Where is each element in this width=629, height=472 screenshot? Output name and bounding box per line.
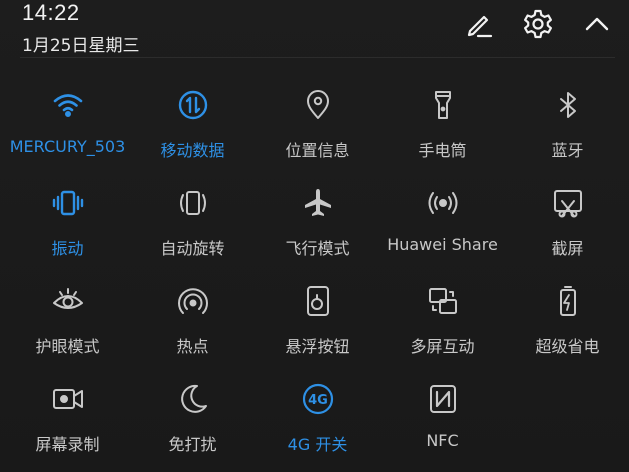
toggle-label: 位置信息 bbox=[285, 141, 350, 160]
toggle-label: 护眼模式 bbox=[35, 337, 100, 356]
multi-screen-icon bbox=[423, 281, 463, 321]
airplane-icon bbox=[298, 183, 338, 223]
toggle-screen-record[interactable]: 屏幕录制 bbox=[5, 374, 130, 472]
header-divider bbox=[20, 57, 615, 58]
toggle-mobile-data[interactable]: 移动数据 bbox=[130, 80, 255, 178]
toggle-label: 免打扰 bbox=[168, 435, 217, 454]
toggle-label: NFC bbox=[426, 431, 459, 450]
toggle-label: MERCURY_503 bbox=[9, 137, 126, 156]
toggle-4g[interactable]: 4G 4G 开关 bbox=[255, 374, 380, 472]
screenshot-icon bbox=[548, 183, 588, 223]
ultra-power-saving-icon bbox=[548, 281, 588, 321]
4g-icon: 4G bbox=[298, 379, 338, 419]
toggle-wifi[interactable]: MERCURY_503 bbox=[5, 80, 130, 178]
toggle-multi-screen[interactable]: 多屏互动 bbox=[380, 276, 505, 374]
toggle-floating-button[interactable]: 悬浮按钮 bbox=[255, 276, 380, 374]
chevron-up-icon bbox=[582, 9, 612, 39]
toggle-label: 超级省电 bbox=[535, 337, 600, 356]
floating-button-icon bbox=[298, 281, 338, 321]
toggle-label: 移动数据 bbox=[160, 141, 225, 160]
do-not-disturb-icon bbox=[173, 379, 213, 419]
toggle-screenshot[interactable]: 截屏 bbox=[505, 178, 629, 276]
toggle-label: 自动旋转 bbox=[160, 239, 225, 258]
quick-settings-panel: 14:22 1月25日星期三 MERCURY_503 移动数据 位置信息 手电筒 蓝牙振… bbox=[0, 0, 629, 472]
toggle-eye-comfort[interactable]: 护眼模式 bbox=[5, 276, 130, 374]
toggle-label: 4G 开关 bbox=[287, 435, 348, 454]
toggle-vibrate[interactable]: 振动 bbox=[5, 178, 130, 276]
location-icon bbox=[298, 85, 338, 125]
auto-rotate-icon bbox=[173, 183, 213, 223]
nfc-icon bbox=[423, 379, 463, 419]
toggle-bluetooth[interactable]: 蓝牙 bbox=[505, 80, 629, 178]
toggle-nfc[interactable]: NFC bbox=[380, 374, 505, 472]
toggle-label: 多屏互动 bbox=[410, 337, 475, 356]
svg-text:4G: 4G bbox=[308, 393, 328, 408]
settings-icon bbox=[522, 8, 554, 40]
screen-record-icon bbox=[48, 379, 88, 419]
settings-button[interactable] bbox=[520, 6, 556, 42]
edit-button[interactable] bbox=[461, 6, 497, 42]
eye-comfort-icon bbox=[48, 281, 88, 321]
toggle-flashlight[interactable]: 手电筒 bbox=[380, 80, 505, 178]
wifi-icon bbox=[48, 85, 88, 125]
toggle-label: 手电筒 bbox=[418, 141, 467, 160]
status-time: 14:22 bbox=[22, 0, 80, 25]
toggle-label: 屏幕录制 bbox=[35, 435, 100, 454]
toggle-location[interactable]: 位置信息 bbox=[255, 80, 380, 178]
toggle-label: 悬浮按钮 bbox=[285, 337, 350, 356]
toggle-huawei-share[interactable]: Huawei Share bbox=[380, 178, 505, 276]
vibrate-icon bbox=[48, 183, 88, 223]
collapse-button[interactable] bbox=[579, 6, 615, 42]
status-date: 1月25日星期三 bbox=[22, 36, 140, 56]
toggle-auto-rotate[interactable]: 自动旋转 bbox=[130, 178, 255, 276]
mobile-data-icon bbox=[173, 85, 213, 125]
flashlight-icon bbox=[423, 85, 463, 125]
toggle-ultra-power-saving[interactable]: 超级省电 bbox=[505, 276, 629, 374]
toggle-label: Huawei Share bbox=[387, 235, 498, 254]
bluetooth-icon bbox=[548, 85, 588, 125]
huawei-share-icon bbox=[423, 183, 463, 223]
edit-icon bbox=[464, 9, 494, 39]
toggle-do-not-disturb[interactable]: 免打扰 bbox=[130, 374, 255, 472]
toggle-label: 热点 bbox=[176, 337, 209, 356]
toggle-label: 蓝牙 bbox=[551, 141, 584, 160]
hotspot-icon bbox=[173, 281, 213, 321]
toggle-label: 截屏 bbox=[551, 239, 584, 258]
toggle-label: 振动 bbox=[51, 239, 84, 258]
quick-toggle-grid: MERCURY_503 移动数据 位置信息 手电筒 蓝牙振动 自动旋转 飞行模式 Huawei… bbox=[0, 80, 629, 472]
toggle-airplane[interactable]: 飞行模式 bbox=[255, 178, 380, 276]
toggle-label: 飞行模式 bbox=[285, 239, 350, 258]
toggle-hotspot[interactable]: 热点 bbox=[130, 276, 255, 374]
